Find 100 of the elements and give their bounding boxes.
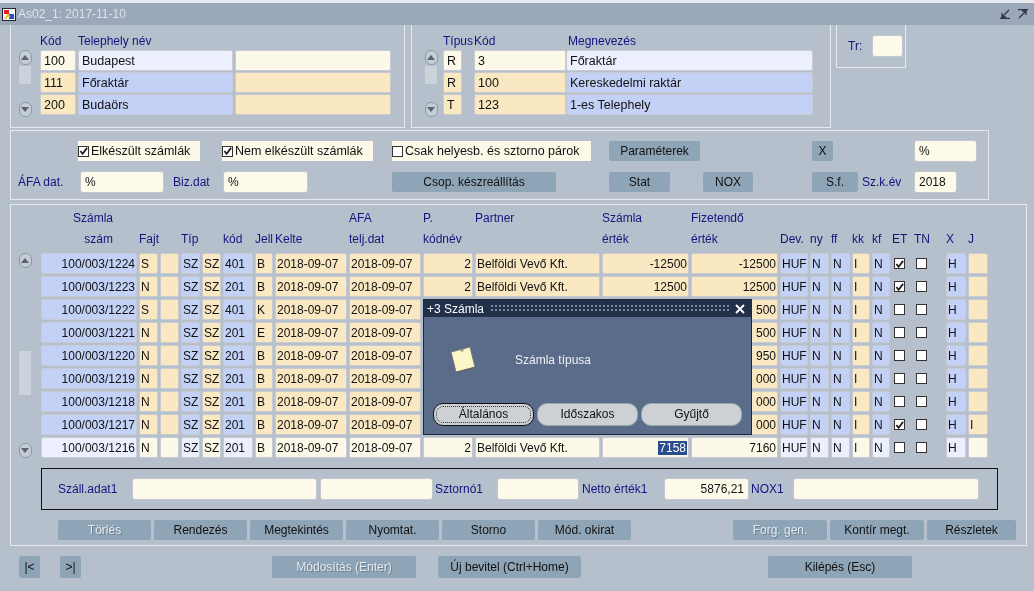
table-cell[interactable]: 100/003/1220 xyxy=(41,345,137,366)
table-cell[interactable]: H xyxy=(946,368,966,389)
table-cell[interactable]: K xyxy=(255,299,273,320)
table-cell[interactable] xyxy=(968,299,988,320)
table-cell[interactable]: Főraktár xyxy=(566,50,813,71)
document-button[interactable]: Mód. okirat xyxy=(538,520,631,540)
table-cell[interactable]: 201 xyxy=(223,391,253,412)
first-record-button[interactable]: |< xyxy=(19,555,40,578)
table-cell[interactable]: N xyxy=(831,253,850,274)
table-cell[interactable]: 2 xyxy=(423,253,473,274)
table-cell[interactable]: 100/003/1221 xyxy=(41,322,137,343)
table-cell[interactable]: R xyxy=(443,50,462,71)
exit-button[interactable]: Kilépés (Esc) xyxy=(768,555,912,578)
new-entry-button[interactable]: Új bevitel (Ctrl+Home) xyxy=(438,555,581,578)
finished-checkbox[interactable]: Elkészült számlák xyxy=(78,141,200,161)
table-cell[interactable]: H xyxy=(946,414,966,435)
table-cell[interactable]: N xyxy=(872,299,890,320)
table-cell[interactable]: 201 xyxy=(223,276,253,297)
scroll-thumb[interactable] xyxy=(19,66,31,84)
sf-button[interactable]: S.f. xyxy=(812,172,858,192)
scroll-down-button[interactable] xyxy=(18,102,32,117)
table-cell[interactable]: Kereskedelmi raktár xyxy=(566,72,813,93)
table-cell[interactable]: N xyxy=(139,276,158,297)
table-cell[interactable] xyxy=(160,368,179,389)
table-cell[interactable]: HUF xyxy=(780,345,808,366)
table-cell[interactable]: N xyxy=(810,299,829,320)
afa-date-field[interactable]: % xyxy=(80,171,164,193)
table-cell[interactable]: SZ xyxy=(202,368,221,389)
table-cell[interactable] xyxy=(160,253,179,274)
table-cell[interactable]: 401 xyxy=(223,253,253,274)
table-cell[interactable]: 2018-09-07 xyxy=(275,276,347,297)
table-cell[interactable]: 201 xyxy=(223,322,253,343)
table-cell[interactable]: Budapest xyxy=(78,50,233,71)
table-cell[interactable]: H xyxy=(946,345,966,366)
table-cell[interactable]: 3 xyxy=(474,50,566,71)
table-cell[interactable]: H xyxy=(946,299,966,320)
table-cell[interactable]: I xyxy=(852,391,870,412)
table-cell[interactable]: N xyxy=(872,276,890,297)
table-cell[interactable]: 100/003/1217 xyxy=(41,414,137,435)
table-cell[interactable]: H xyxy=(946,253,966,274)
table-cell[interactable]: N xyxy=(831,276,850,297)
table-cell[interactable]: R xyxy=(443,72,462,93)
table-cell[interactable] xyxy=(160,414,179,435)
table-cell[interactable]: HUF xyxy=(780,437,808,458)
table-cell[interactable]: 2018-09-07 xyxy=(349,253,421,274)
parameters-button[interactable]: Paraméterek xyxy=(609,141,700,161)
table-cell[interactable]: 12500 xyxy=(602,276,689,297)
table-cell[interactable]: 2018-09-07 xyxy=(275,368,347,389)
table-cell[interactable]: SZ xyxy=(181,276,200,297)
minimize-icon[interactable] xyxy=(1000,9,1010,19)
table-cell[interactable]: N xyxy=(831,368,850,389)
table-cell[interactable]: 111 xyxy=(40,72,76,93)
table-cell[interactable]: N xyxy=(139,368,158,389)
input-field[interactable]: % xyxy=(914,140,977,162)
table-cell[interactable] xyxy=(160,391,179,412)
table-cell[interactable]: HUF xyxy=(780,276,808,297)
storno-button[interactable]: Storno xyxy=(442,520,535,540)
table-cell[interactable] xyxy=(235,94,391,115)
table-cell[interactable]: HUF xyxy=(780,414,808,435)
table-cell[interactable]: N xyxy=(872,345,890,366)
table-cell[interactable]: SZ xyxy=(202,345,221,366)
table-cell[interactable]: Belföldi Vevő Kft. xyxy=(475,437,600,458)
table-cell[interactable]: 2018-09-07 xyxy=(349,391,421,412)
pairs-checkbox[interactable]: Csak helyesb. és sztorno párok xyxy=(392,141,591,161)
table-cell[interactable]: -12500 xyxy=(691,253,778,274)
table-cell[interactable]: SZ xyxy=(202,437,221,458)
table-cell[interactable]: 2018-09-07 xyxy=(275,345,347,366)
table-cell[interactable] xyxy=(968,322,988,343)
print-button[interactable]: Nyomtat. xyxy=(346,520,439,540)
table-cell[interactable]: 200 xyxy=(40,94,76,115)
scroll-up-button[interactable] xyxy=(424,50,438,65)
scroll-down-button[interactable] xyxy=(18,443,32,458)
unfinished-checkbox[interactable]: Nem elkészült számlák xyxy=(222,141,373,161)
table-cell[interactable] xyxy=(160,322,179,343)
nox-button[interactable]: NOX xyxy=(703,172,753,192)
table-cell[interactable]: 2018-09-07 xyxy=(275,253,347,274)
group-complete-button[interactable]: Csop. készreállítás xyxy=(392,172,556,192)
table-cell[interactable]: I xyxy=(852,345,870,366)
scroll-up-button[interactable] xyxy=(18,253,32,268)
close-icon[interactable] xyxy=(735,303,745,314)
table-cell[interactable]: SZ xyxy=(202,299,221,320)
last-record-button[interactable]: >| xyxy=(60,555,81,578)
clear-button[interactable]: X xyxy=(812,141,833,161)
table-cell[interactable] xyxy=(160,276,179,297)
storno-field[interactable] xyxy=(497,478,579,500)
table-cell[interactable]: B xyxy=(255,368,273,389)
table-cell[interactable]: N xyxy=(872,437,890,458)
table-cell[interactable]: 100/003/1216 xyxy=(41,437,137,458)
table-cell[interactable]: 123 xyxy=(474,94,566,115)
table-cell[interactable]: 2018-09-07 xyxy=(349,322,421,343)
table-cell[interactable]: N xyxy=(872,368,890,389)
table-cell[interactable]: 2018-09-07 xyxy=(275,322,347,343)
table-cell[interactable]: 2018-09-07 xyxy=(349,414,421,435)
table-cell[interactable]: I xyxy=(852,437,870,458)
table-cell[interactable]: B xyxy=(255,253,273,274)
table-cell[interactable]: SZ xyxy=(181,322,200,343)
table-cell[interactable]: 2018-09-07 xyxy=(275,299,347,320)
table-cell[interactable]: N xyxy=(831,345,850,366)
table-cell[interactable]: S xyxy=(139,299,158,320)
table-cell[interactable]: 100/003/1222 xyxy=(41,299,137,320)
